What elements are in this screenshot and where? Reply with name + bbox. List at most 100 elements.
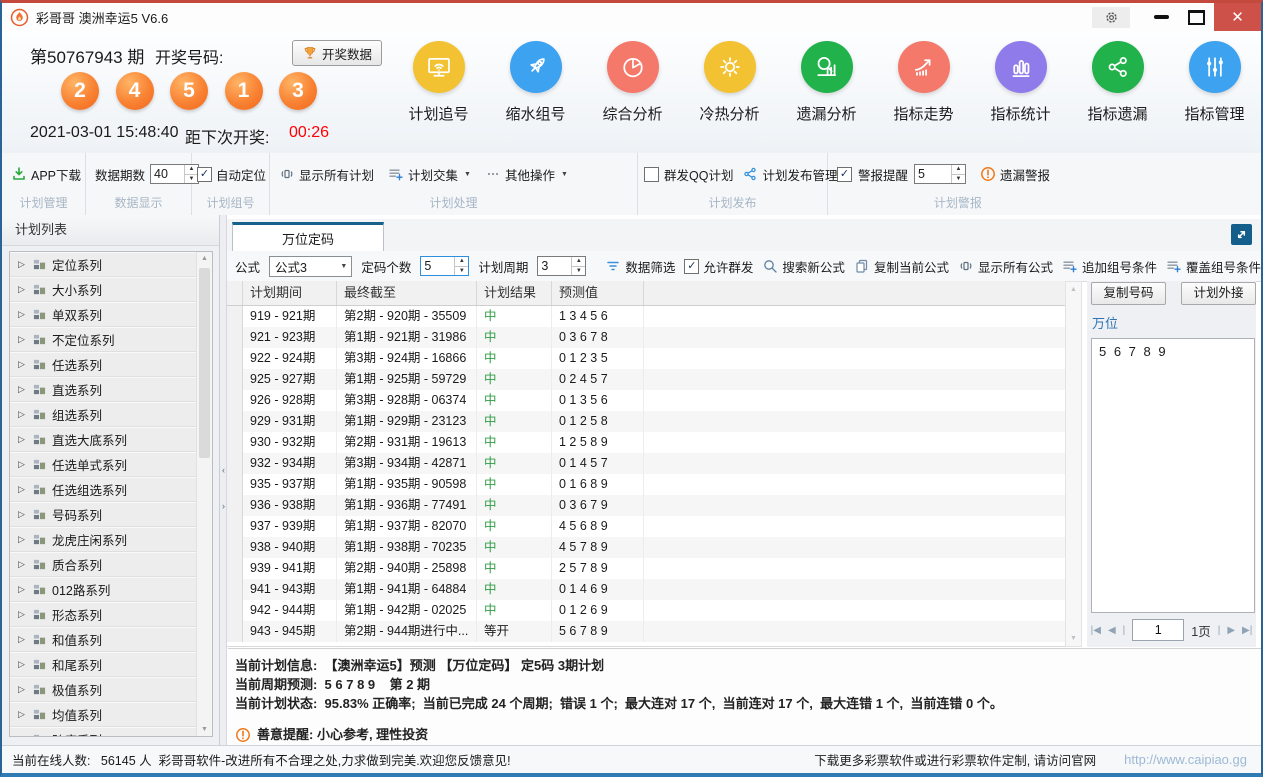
row-selector[interactable] (227, 369, 243, 390)
expand-arrow-icon[interactable]: ▷ (18, 284, 27, 295)
plan-external-button[interactable]: 计划外接 (1181, 282, 1256, 305)
cycle-value[interactable]: 3 (538, 257, 571, 275)
sidebar-item[interactable]: ▷号码系列 (10, 502, 197, 527)
expand-arrow-icon[interactable]: ▷ (18, 534, 27, 545)
sidebar-item[interactable]: ▷质合系列 (10, 552, 197, 577)
copy-formula-button[interactable]: 复制当前公式 (854, 257, 949, 276)
sidebar-item[interactable]: ▷和尾系列 (10, 652, 197, 677)
expand-arrow-icon[interactable]: ▷ (18, 609, 27, 620)
collapse-right-icon[interactable]: › (220, 501, 227, 511)
stepper-arrows[interactable]: ▲▼ (571, 257, 585, 275)
row-selector[interactable] (227, 327, 243, 348)
prev-page-icon[interactable]: ◀ (1108, 625, 1116, 636)
expand-arrow-icon[interactable]: ▷ (18, 659, 27, 670)
row-selector[interactable] (227, 348, 243, 369)
collapse-left-icon[interactable]: ‹ (220, 465, 227, 475)
sidebar-splitter[interactable]: ‹ › (220, 215, 227, 745)
expand-arrow-icon[interactable]: ▷ (18, 584, 27, 595)
sidebar-item[interactable]: ▷龙虎庄闲系列 (10, 527, 197, 552)
sidebar-item[interactable]: ▷定位系列 (10, 252, 197, 277)
sidebar-item[interactable]: ▷直选大底系列 (10, 427, 197, 452)
digits-stepper[interactable]: 5 ▲▼ (420, 256, 469, 276)
row-selector[interactable] (227, 306, 243, 327)
table-row[interactable]: 932 - 934期第3期 - 934期 - 42871中0 1 4 5 7 (227, 453, 1065, 474)
expand-button[interactable] (1231, 224, 1252, 245)
row-selector[interactable] (227, 621, 243, 642)
minimize-button[interactable] (1144, 3, 1178, 31)
table-row[interactable]: 937 - 939期第1期 - 937期 - 82070中4 5 6 8 9 (227, 516, 1065, 537)
show-all-plans-button[interactable]: 显示所有计划 (279, 165, 374, 184)
sidebar-item[interactable]: ▷012路系列 (10, 577, 197, 602)
override-condition-button[interactable]: 覆盖组号条件 (1166, 257, 1261, 276)
sidebar-item[interactable]: ▷直选系列 (10, 377, 197, 402)
maximize-button[interactable] (1178, 3, 1214, 31)
sidebar-item[interactable]: ▷任选系列 (10, 352, 197, 377)
sidebar-item[interactable]: ▷形态系列 (10, 602, 197, 627)
table-row[interactable]: 929 - 931期第1期 - 929期 - 23123中0 1 2 5 8 (227, 411, 1065, 432)
miss-alert-button[interactable]: 遗漏警报 (980, 165, 1050, 184)
row-selector[interactable] (227, 558, 243, 579)
app-download-button[interactable]: APP下载 (11, 165, 81, 184)
alert-value[interactable]: 5 (915, 165, 951, 183)
table-row[interactable]: 938 - 940期第1期 - 938期 - 70235中4 5 7 8 9 (227, 537, 1065, 558)
sidebar-item[interactable]: ▷均值系列 (10, 702, 197, 727)
row-selector[interactable] (227, 537, 243, 558)
expand-arrow-icon[interactable]: ▷ (18, 409, 27, 420)
expand-arrow-icon[interactable]: ▷ (18, 359, 27, 370)
row-selector[interactable] (227, 474, 243, 495)
table-row[interactable]: 935 - 937期第1期 - 935期 - 90598中0 1 6 8 9 (227, 474, 1065, 495)
sidebar-item[interactable]: ▷和值系列 (10, 627, 197, 652)
scroll-down-icon[interactable]: ▼ (1066, 635, 1081, 642)
sidebar-item[interactable]: ▷极值系列 (10, 677, 197, 702)
table-row[interactable]: 943 - 945期第2期 - 944期进行中...等开5 6 7 8 9 (227, 621, 1065, 642)
expand-arrow-icon[interactable]: ▷ (18, 684, 27, 695)
table-row[interactable]: 925 - 927期第1期 - 925期 - 59729中0 2 4 5 7 (227, 369, 1065, 390)
copy-numbers-button[interactable]: 复制号码 (1091, 282, 1166, 305)
table-row[interactable]: 926 - 928期第3期 - 928期 - 06374中0 1 3 5 6 (227, 390, 1065, 411)
expand-arrow-icon[interactable]: ▷ (18, 509, 27, 520)
settings-gear-icon[interactable] (1092, 7, 1130, 28)
expand-arrow-icon[interactable]: ▷ (18, 484, 27, 495)
draw-data-button[interactable]: 开奖数据 (292, 40, 382, 66)
scroll-down-icon[interactable]: ▼ (197, 726, 212, 733)
sidebar-item[interactable]: ▷组选系列 (10, 402, 197, 427)
formula-select[interactable]: 公式3 ▼ (269, 256, 352, 277)
nav-monitor-wifi[interactable]: 计划追号 (390, 39, 487, 124)
nav-share[interactable]: 指标遗漏 (1069, 39, 1166, 124)
cycle-stepper[interactable]: 3 ▲▼ (537, 256, 586, 276)
alert-remind-checkbox[interactable]: ✓ (837, 167, 852, 182)
expand-arrow-icon[interactable]: ▷ (18, 259, 27, 270)
row-selector[interactable] (227, 432, 243, 453)
sidebar-item[interactable]: ▷大小系列 (10, 277, 197, 302)
table-row[interactable]: 942 - 944期第1期 - 942期 - 02025中0 1 2 6 9 (227, 600, 1065, 621)
scroll-thumb[interactable] (199, 268, 210, 458)
sidebar-item[interactable]: ▷任选组选系列 (10, 477, 197, 502)
expand-arrow-icon[interactable]: ▷ (18, 634, 27, 645)
table-row[interactable]: 941 - 943期第1期 - 941期 - 64884中0 1 4 6 9 (227, 579, 1065, 600)
row-selector[interactable] (227, 579, 243, 600)
expand-arrow-icon[interactable]: ▷ (18, 384, 27, 395)
row-selector[interactable] (227, 600, 243, 621)
first-page-icon[interactable]: |◀ (1091, 625, 1101, 636)
plan-intersect-button[interactable]: 计划交集 ▼ (388, 165, 471, 184)
sidebar-item[interactable]: ▷单双系列 (10, 302, 197, 327)
stepper-arrows[interactable]: ▲▼ (454, 257, 468, 275)
expand-arrow-icon[interactable]: ▷ (18, 459, 27, 470)
tab-wanwei-dingma[interactable]: 万位定码 (232, 222, 384, 252)
table-row[interactable]: 936 - 938期第1期 - 936期 - 77491中0 3 6 7 9 (227, 495, 1065, 516)
alert-value-stepper[interactable]: 5 ▲▼ (914, 164, 966, 184)
expand-arrow-icon[interactable]: ▷ (18, 309, 27, 320)
sidebar-scrollbar[interactable]: ▲ ▼ (196, 252, 212, 736)
table-row[interactable]: 921 - 923期第1期 - 921期 - 31986中0 3 6 7 8 (227, 327, 1065, 348)
nav-rocket[interactable]: 缩水组号 (487, 39, 584, 124)
expand-arrow-icon[interactable]: ▷ (18, 734, 27, 738)
data-periods-value[interactable]: 40 (151, 165, 184, 183)
digits-value[interactable]: 5 (421, 257, 454, 275)
table-row[interactable]: 922 - 924期第3期 - 924期 - 16866中0 1 2 3 5 (227, 348, 1065, 369)
append-condition-button[interactable]: 追加组号条件 (1062, 257, 1157, 276)
nav-sun[interactable]: 冷热分析 (681, 39, 778, 124)
qq-group-send-checkbox[interactable] (644, 167, 659, 182)
table-row[interactable]: 919 - 921期第2期 - 920期 - 35509中1 3 4 5 6 (227, 306, 1065, 327)
expand-arrow-icon[interactable]: ▷ (18, 559, 27, 570)
nav-trend-up[interactable]: 指标走势 (875, 39, 972, 124)
